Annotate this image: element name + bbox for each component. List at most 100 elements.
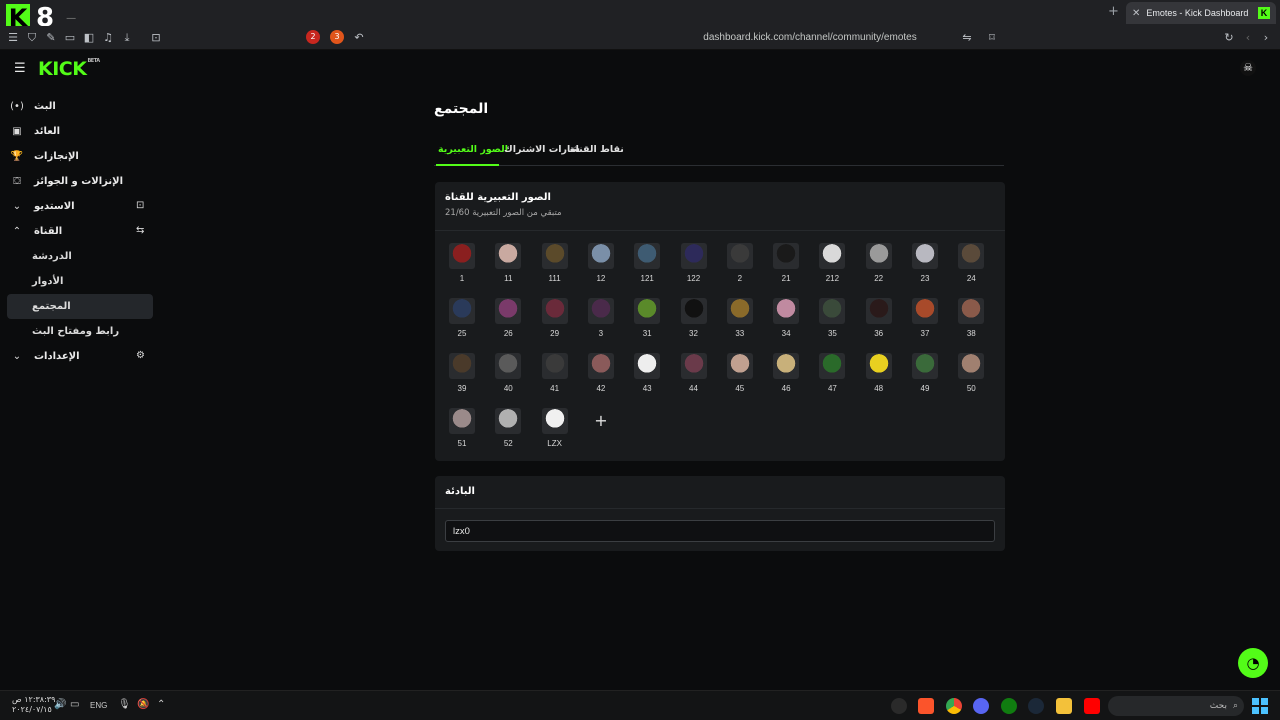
app-obs-icon[interactable] bbox=[891, 698, 907, 714]
tabs-icon[interactable]: ▭ bbox=[63, 31, 77, 45]
menu-icon[interactable]: ☰ bbox=[6, 31, 20, 45]
emote-item[interactable]: 26 bbox=[491, 295, 525, 341]
app-chrome-icon[interactable] bbox=[946, 698, 962, 714]
emote-item[interactable]: 44 bbox=[677, 350, 711, 396]
emote-item[interactable]: 25 bbox=[445, 295, 479, 341]
microphone-icon[interactable]: 🎙 bbox=[118, 699, 131, 710]
emote-item[interactable]: 3 bbox=[584, 295, 618, 341]
add-emote-button[interactable]: + bbox=[586, 406, 616, 436]
emote-item[interactable]: 24 bbox=[954, 240, 988, 286]
emote-item[interactable]: 45 bbox=[723, 350, 757, 396]
emote-item[interactable]: 1 bbox=[445, 240, 479, 286]
emote-item[interactable]: 12 bbox=[584, 240, 618, 286]
emote-item[interactable]: 39 bbox=[445, 350, 479, 396]
emote-item[interactable]: 23 bbox=[908, 240, 942, 286]
screenshot-icon[interactable]: ⊡ bbox=[149, 31, 163, 45]
display-icon[interactable]: ▭ bbox=[70, 699, 79, 710]
emote-item[interactable]: 21 bbox=[769, 240, 803, 286]
undo-icon[interactable]: ↶ bbox=[352, 31, 366, 45]
emote-item[interactable]: 121 bbox=[630, 240, 664, 286]
download-icon[interactable]: ⤓ bbox=[120, 31, 134, 45]
taskbar-search[interactable]: بحث ⌕ bbox=[1108, 696, 1244, 716]
sidebar-item-revenue[interactable]: ▣ العائد bbox=[0, 119, 160, 144]
emote-item[interactable]: LZX bbox=[538, 405, 572, 451]
user-avatar[interactable]: ☠ bbox=[1240, 60, 1256, 76]
emote-item[interactable]: 34 bbox=[769, 295, 803, 341]
sidebar-item-stream[interactable]: (•) البث bbox=[0, 94, 160, 119]
app-steam-icon[interactable] bbox=[1028, 698, 1044, 714]
bookmark-icon[interactable]: ⌑ bbox=[985, 31, 999, 45]
language-indicator[interactable]: ENG bbox=[90, 701, 107, 710]
emote-item[interactable]: 41 bbox=[538, 350, 572, 396]
clock[interactable]: ١٢:٣٨:٣٩ ص ٢٠٢٤/٠٧/١٥ bbox=[12, 695, 55, 715]
emote-item[interactable]: 29 bbox=[538, 295, 572, 341]
emote-item[interactable]: 40 bbox=[491, 350, 525, 396]
kick-logo[interactable]: KICKBETA bbox=[38, 58, 100, 80]
emote-item[interactable]: 42 bbox=[584, 350, 618, 396]
sidebar-item-settings[interactable]: ⌄ الإعدادات ⚙ bbox=[0, 344, 160, 369]
emote-item[interactable]: 47 bbox=[815, 350, 849, 396]
minimize-icon[interactable]: — bbox=[66, 13, 76, 24]
music-icon[interactable]: ♫ bbox=[101, 31, 115, 45]
pen-icon[interactable]: ✎ bbox=[44, 31, 58, 45]
support-chat-button[interactable]: ◔ bbox=[1238, 648, 1268, 678]
emote-item[interactable]: 51 bbox=[445, 405, 479, 451]
back-icon[interactable]: ‹ bbox=[1241, 31, 1255, 45]
emote-item[interactable]: 50 bbox=[954, 350, 988, 396]
emote-item[interactable]: 33 bbox=[723, 295, 757, 341]
emote-item[interactable]: 46 bbox=[769, 350, 803, 396]
emote-item[interactable]: 38 bbox=[954, 295, 988, 341]
emote-item[interactable]: 32 bbox=[677, 295, 711, 341]
sidebar-icon[interactable]: ◧ bbox=[82, 31, 96, 45]
app-discord-icon[interactable] bbox=[973, 698, 989, 714]
sidebar-item-channel[interactable]: ⌃ القناة ⇆ bbox=[0, 219, 160, 244]
tab-sub-badges[interactable]: شارات الاشتراك bbox=[504, 144, 580, 155]
translate-icon[interactable]: ⇋ bbox=[960, 31, 974, 45]
notifications-off-icon[interactable]: 🔕 bbox=[137, 699, 149, 710]
shield-icon[interactable]: ⛉ bbox=[25, 31, 39, 45]
tab-emotes[interactable]: الصور التعبيرية bbox=[438, 144, 508, 155]
emote-item[interactable]: 11 bbox=[491, 240, 525, 286]
emote-item[interactable]: 111 bbox=[538, 240, 572, 286]
emotes-card-header: الصور التعبيرية للقناة 21/60 متبقي من ال… bbox=[435, 182, 1005, 231]
emote-item[interactable]: 49 bbox=[908, 350, 942, 396]
sidebar-item-stream-key[interactable]: رابط ومفتاح البث bbox=[0, 319, 160, 344]
hamburger-menu-icon[interactable]: ☰ bbox=[14, 62, 26, 75]
emote-image bbox=[541, 353, 568, 379]
prefix-input[interactable] bbox=[445, 520, 995, 542]
new-tab-icon[interactable]: + bbox=[1108, 4, 1119, 19]
speaker-icon[interactable]: 🔊 bbox=[54, 699, 66, 710]
emote-item[interactable]: 31 bbox=[630, 295, 664, 341]
sidebar-item-chat[interactable]: الدردشة bbox=[0, 244, 160, 269]
close-tab-icon[interactable]: ✕ bbox=[1132, 8, 1140, 19]
windows-start-icon[interactable] bbox=[1252, 698, 1268, 714]
tab-emotes[interactable]: ✕ Emotes - Kick Dashboard K bbox=[1126, 2, 1276, 24]
emote-image bbox=[912, 298, 938, 324]
emote-item[interactable]: 43 bbox=[630, 350, 664, 396]
address-bar[interactable]: dashboard.kick.com/channel/community/emo… bbox=[640, 30, 980, 46]
chevron-up-icon[interactable]: ⌃ bbox=[157, 699, 165, 710]
app-xbox-icon[interactable] bbox=[1001, 698, 1017, 714]
sidebar-item-roles[interactable]: الأدوار bbox=[0, 269, 160, 294]
emote-item[interactable]: 122 bbox=[677, 240, 711, 286]
emote-item[interactable]: 52 bbox=[491, 405, 525, 451]
emote-item[interactable]: 2 bbox=[723, 240, 757, 286]
app-brave-icon[interactable] bbox=[918, 698, 934, 714]
reload-icon[interactable]: ↻ bbox=[1222, 31, 1236, 45]
brave-shield-badge[interactable]: 3 bbox=[330, 30, 344, 44]
emote-item[interactable]: 212 bbox=[815, 240, 849, 286]
sidebar-item-drops[interactable]: ⛋ الإنزالات و الجوائز bbox=[0, 169, 160, 194]
emote-item[interactable]: 22 bbox=[862, 240, 896, 286]
emote-item[interactable]: 48 bbox=[862, 350, 896, 396]
emote-item[interactable]: 35 bbox=[815, 295, 849, 341]
app-youtube-icon[interactable] bbox=[1084, 698, 1100, 714]
sidebar-item-community[interactable]: المجتمع bbox=[7, 294, 153, 319]
sidebar-item-achievements[interactable]: 🏆 الإنجازات bbox=[0, 144, 160, 169]
sidebar-item-studio[interactable]: ⌄ الاستديو ⊡ bbox=[0, 194, 160, 219]
emote-item[interactable]: 37 bbox=[908, 295, 942, 341]
extension-badge-1[interactable]: 2 bbox=[306, 30, 320, 44]
app-file-explorer-icon[interactable] bbox=[1056, 698, 1072, 714]
forward-icon[interactable]: › bbox=[1259, 31, 1273, 45]
tab-channel-points[interactable]: نقاط القناة bbox=[570, 144, 624, 155]
emote-item[interactable]: 36 bbox=[862, 295, 896, 341]
